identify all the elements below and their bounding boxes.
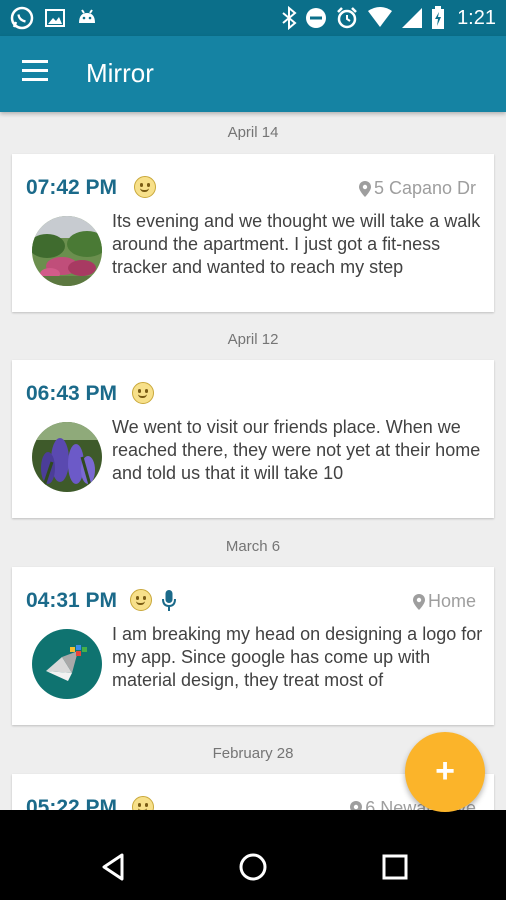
microphone-icon: [162, 590, 176, 611]
date-header: April 14: [227, 124, 279, 141]
entry-time: 05:22 PM: [26, 796, 118, 810]
back-icon[interactable]: [96, 850, 130, 884]
recents-icon[interactable]: [378, 850, 412, 884]
journal-entry-card[interactable]: 07:42 PM 5 Capano Dr Its evening and we …: [12, 154, 494, 312]
wifi-icon: [368, 7, 393, 27]
do-not-disturb-icon: [306, 8, 327, 28]
entry-text: I am breaking my head on designing a log…: [112, 624, 483, 690]
entry-thumbnail: [32, 216, 102, 286]
status-time: 1:21: [457, 6, 496, 29]
entry-time: 04:31 PM: [26, 589, 118, 612]
entry-location-text: 5 Capano Dr: [373, 178, 476, 198]
home-icon[interactable]: [236, 850, 270, 884]
journal-entry-card[interactable]: 04:31 PM Home I am breaking my head on d…: [12, 567, 494, 725]
entry-location-text: Home: [427, 591, 476, 611]
date-header: April 12: [227, 331, 279, 348]
entry-time: 06:43 PM: [26, 382, 118, 405]
whatsapp-icon: [10, 6, 34, 30]
smiley-face-icon: [132, 382, 154, 404]
entry-location: 5 Capano Dr: [358, 178, 476, 199]
add-icon: +: [435, 752, 455, 790]
location-pin-icon: [358, 180, 371, 197]
bluetooth-icon: [282, 6, 297, 30]
entry-text: Its evening and we thought we will take …: [112, 211, 481, 277]
smiley-face-icon: [134, 176, 156, 198]
battery-icon: [432, 6, 445, 29]
status-bar: 1:21: [0, 0, 506, 36]
journal-entry-card[interactable]: 06:43 PM We went to visit our friends pl…: [12, 360, 494, 518]
entry-time: 07:42 PM: [26, 176, 118, 199]
alarm-icon: [337, 7, 357, 29]
add-entry-button[interactable]: +: [405, 732, 485, 812]
journal-list[interactable]: April 14 07:42 PM 5 Capano Dr Its evenin: [0, 112, 506, 810]
app-bar: Mirror: [0, 36, 506, 112]
location-pin-icon: [412, 593, 425, 610]
hamburger-menu-icon[interactable]: [22, 60, 56, 88]
smiley-face-icon: [132, 796, 154, 810]
navigation-bar: [0, 834, 506, 900]
entry-thumbnail: [32, 422, 102, 492]
android-icon: [79, 9, 95, 23]
entry-location: Home: [412, 591, 476, 612]
entry-thumbnail: [32, 629, 102, 699]
smiley-face-icon: [130, 589, 152, 611]
signal-icon: [402, 8, 423, 28]
app-title: Mirror: [86, 58, 154, 88]
date-header: March 6: [225, 538, 281, 555]
entry-text: We went to visit our friends place. When…: [112, 417, 481, 483]
gallery-icon: [45, 9, 65, 27]
location-pin-icon: [350, 800, 363, 810]
